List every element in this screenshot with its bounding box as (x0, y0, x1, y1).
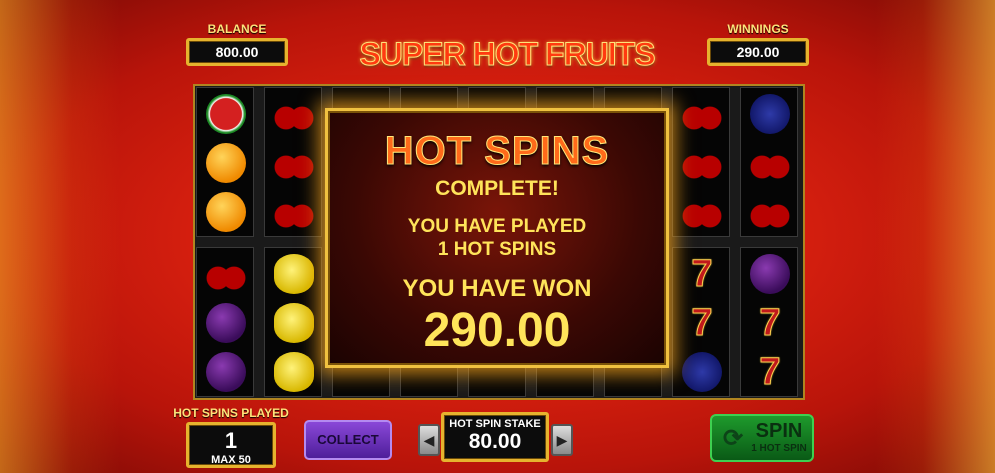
grape-icon (750, 94, 790, 134)
seven-icon: 7 (759, 302, 781, 344)
spin-label: SPIN (755, 420, 803, 442)
orange-icon (206, 192, 246, 232)
spin-button[interactable]: ⟳ SPIN 1 HOT SPIN (710, 414, 814, 462)
orange-icon (206, 143, 246, 183)
flames-left-decoration (0, 0, 120, 473)
cherry-icon (274, 94, 314, 134)
stake-increase-button[interactable]: ▶ (551, 424, 573, 456)
watermelon-icon (206, 94, 246, 134)
hot-spins-played-max: MAX 50 (211, 454, 251, 466)
popup-title: HOT SPINS (384, 129, 610, 174)
popup-won-label: YOU HAVE WON (402, 275, 592, 302)
reel-cell (264, 247, 322, 397)
flames-right-decoration (875, 0, 995, 473)
popup-won-amount: 290.00 (423, 304, 571, 357)
cherry-icon (274, 192, 314, 232)
cherry-icon (750, 192, 790, 232)
chevron-right-icon: ▶ (556, 432, 568, 448)
winnings-value: 290.00 (707, 38, 809, 66)
reel-cell: 77 (672, 247, 730, 397)
lemon-icon (274, 352, 314, 392)
stake-decrease-button[interactable]: ◀ (418, 424, 440, 456)
cherry-icon (206, 254, 246, 294)
reel-cell (672, 87, 730, 237)
plum-icon (750, 254, 790, 294)
hot-spins-complete-popup: HOT SPINS COMPLETE! YOU HAVE PLAYED 1 HO… (325, 108, 669, 368)
hot-spins-played-value: 1 (224, 428, 238, 453)
stake-value: 80.00 (468, 430, 522, 453)
balance-value: 800.00 (186, 38, 288, 66)
grape-icon (682, 352, 722, 392)
plum-icon (206, 352, 246, 392)
stake-label: HOT SPIN STAKE (449, 418, 541, 430)
spin-arrows-icon: ⟳ (722, 425, 744, 452)
seven-icon: 7 (759, 351, 781, 393)
lemon-icon (274, 254, 314, 294)
popup-complete-text: COMPLETE! (435, 177, 559, 200)
collect-button[interactable]: COLLECT (304, 420, 392, 460)
plum-icon (206, 303, 246, 343)
cherry-icon (750, 143, 790, 183)
reel-cell: 77 (740, 247, 798, 397)
game-logo: SUPER HOT FRUITS (359, 36, 656, 73)
reel-cell (196, 87, 254, 237)
chevron-left-icon: ◀ (423, 432, 435, 448)
cherry-icon (682, 94, 722, 134)
hot-spins-played-label: HOT SPINS PLAYED (173, 406, 289, 420)
popup-played-line-2: 1 HOT SPINS (437, 239, 557, 260)
seven-icon: 7 (691, 302, 713, 344)
seven-icon: 7 (691, 253, 713, 295)
hot-spin-stake-box: HOT SPIN STAKE 80.00 (441, 412, 549, 462)
winnings-label: WINNINGS (727, 22, 789, 36)
spin-sub-label: 1 HOT SPIN (751, 443, 807, 454)
lemon-icon (274, 303, 314, 343)
cherry-icon (682, 143, 722, 183)
cherry-icon (682, 192, 722, 232)
popup-played-line-1: YOU HAVE PLAYED (407, 216, 587, 237)
balance-label: BALANCE (207, 22, 267, 36)
reel-cell (264, 87, 322, 237)
reel-cell (196, 247, 254, 397)
reel-cell (740, 87, 798, 237)
hot-spins-played-box: 1 MAX 50 (186, 422, 276, 468)
cherry-icon (274, 143, 314, 183)
